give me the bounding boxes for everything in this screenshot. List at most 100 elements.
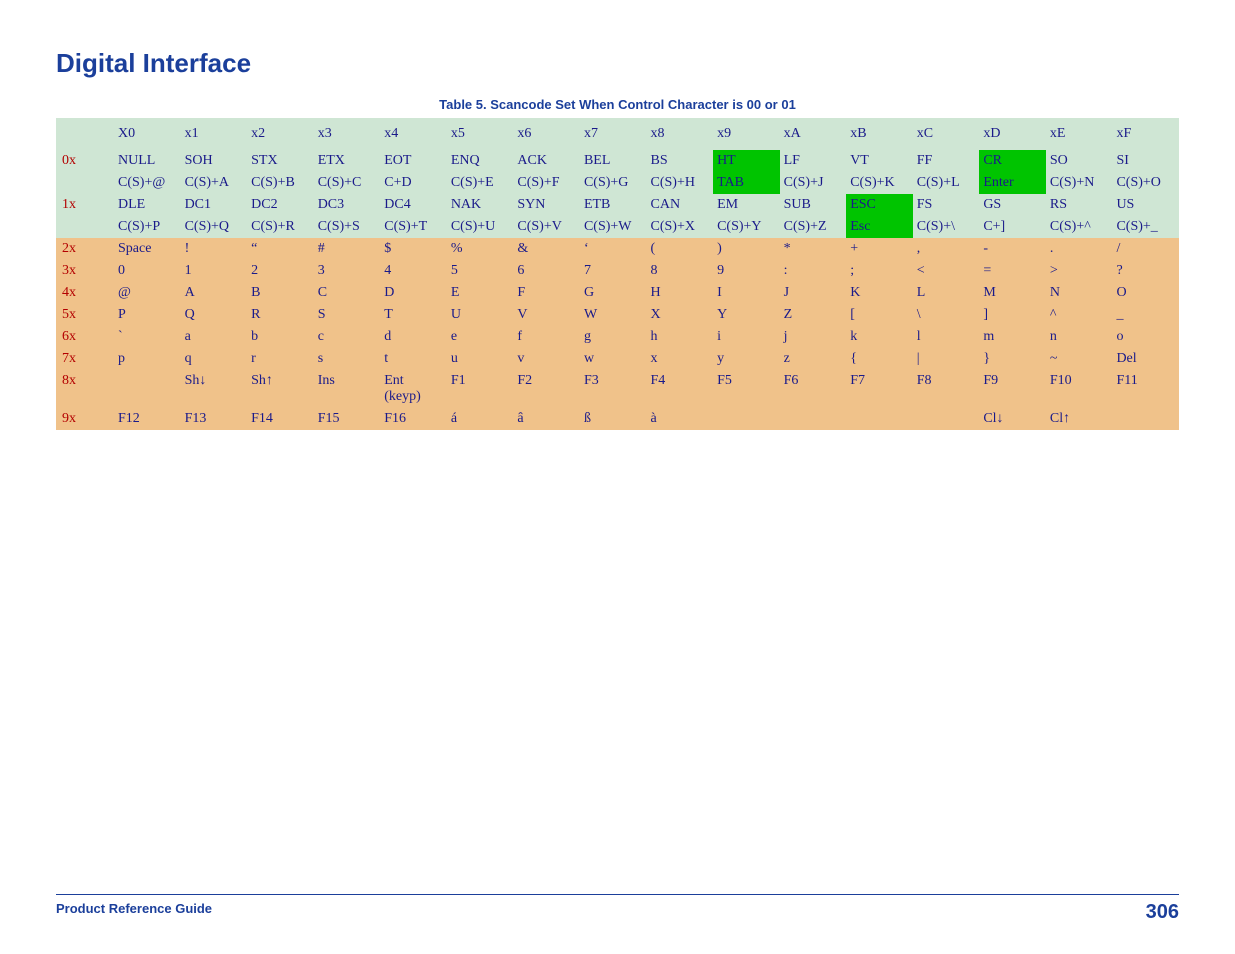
cell-1x-sub-1: C(S)+Q [181, 216, 248, 238]
cell-5x-8: X [647, 304, 714, 326]
cell-1x-main-14: RS [1046, 194, 1113, 216]
cell-6x-5: e [447, 326, 514, 348]
cell-2x-2: “ [247, 238, 314, 260]
row-header-4x: 4x [56, 282, 114, 304]
cell-4x-9: I [713, 282, 780, 304]
cell-2x-3: # [314, 238, 381, 260]
cell-0x-main-0: NULL [114, 150, 181, 172]
cell-8x-7: F3 [580, 370, 647, 408]
cell-7x-3: s [314, 348, 381, 370]
cell-0x-sub-9: TAB [713, 172, 780, 194]
cell-9x-7: ß [580, 408, 647, 430]
cell-6x-0: ` [114, 326, 181, 348]
cell-0x-main-4: EOT [380, 150, 447, 172]
cell-1x-sub-7: C(S)+W [580, 216, 647, 238]
cell-1x-main-5: NAK [447, 194, 514, 216]
cell-8x-12: F8 [913, 370, 980, 408]
footer-left: Product Reference Guide [56, 901, 212, 924]
col-header-xB: xB [846, 118, 913, 150]
cell-1x-sub-9: C(S)+Y [713, 216, 780, 238]
cell-7x-8: x [647, 348, 714, 370]
cell-9x-0: F12 [114, 408, 181, 430]
cell-4x-11: K [846, 282, 913, 304]
cell-4x-14: N [1046, 282, 1113, 304]
cell-7x-11: { [846, 348, 913, 370]
cell-5x-6: V [513, 304, 580, 326]
cell-3x-0: 0 [114, 260, 181, 282]
cell-7x-12: | [913, 348, 980, 370]
cell-1x-sub-8: C(S)+X [647, 216, 714, 238]
cell-2x-7: ‘ [580, 238, 647, 260]
cell-1x-main-8: CAN [647, 194, 714, 216]
row-header-2x: 2x [56, 238, 114, 260]
cell-7x-13: } [979, 348, 1046, 370]
cell-5x-12: \ [913, 304, 980, 326]
cell-6x-1: a [181, 326, 248, 348]
cell-1x-sub-0: C(S)+P [114, 216, 181, 238]
cell-1x-main-10: SUB [780, 194, 847, 216]
cell-9x-6: â [513, 408, 580, 430]
cell-8x-15: F11 [1112, 370, 1179, 408]
cell-1x-main-3: DC3 [314, 194, 381, 216]
cell-7x-14: ~ [1046, 348, 1113, 370]
col-header-x7: x7 [580, 118, 647, 150]
cell-0x-main-10: LF [780, 150, 847, 172]
col-header-xA: xA [780, 118, 847, 150]
cell-4x-2: B [247, 282, 314, 304]
cell-0x-sub-15: C(S)+O [1112, 172, 1179, 194]
cell-3x-4: 4 [380, 260, 447, 282]
cell-7x-15: Del [1112, 348, 1179, 370]
cell-0x-main-3: ETX [314, 150, 381, 172]
col-header-xF: xF [1112, 118, 1179, 150]
cell-2x-1: ! [181, 238, 248, 260]
cell-4x-8: H [647, 282, 714, 304]
cell-4x-0: @ [114, 282, 181, 304]
cell-1x-main-11: ESC [846, 194, 913, 216]
cell-4x-1: A [181, 282, 248, 304]
cell-5x-7: W [580, 304, 647, 326]
cell-8x-0 [114, 370, 181, 408]
cell-8x-10: F6 [780, 370, 847, 408]
cell-8x-1: Sh↓ [181, 370, 248, 408]
cell-9x-11 [846, 408, 913, 430]
cell-9x-14: Cl↑ [1046, 408, 1113, 430]
cell-0x-sub-10: C(S)+J [780, 172, 847, 194]
cell-7x-9: y [713, 348, 780, 370]
cell-3x-9: 9 [713, 260, 780, 282]
cell-9x-9 [713, 408, 780, 430]
cell-2x-6: & [513, 238, 580, 260]
cell-4x-12: L [913, 282, 980, 304]
cell-2x-15: / [1112, 238, 1179, 260]
cell-5x-4: T [380, 304, 447, 326]
cell-4x-5: E [447, 282, 514, 304]
cell-8x-8: F4 [647, 370, 714, 408]
cell-7x-2: r [247, 348, 314, 370]
cell-2x-0: Space [114, 238, 181, 260]
cell-9x-8: à [647, 408, 714, 430]
col-header-X0: X0 [114, 118, 181, 150]
cell-0x-sub-11: C(S)+K [846, 172, 913, 194]
col-header-x8: x8 [647, 118, 714, 150]
cell-1x-sub-5: C(S)+U [447, 216, 514, 238]
cell-1x-sub-6: C(S)+V [513, 216, 580, 238]
cell-8x-3: Ins [314, 370, 381, 408]
cell-9x-3: F15 [314, 408, 381, 430]
cell-5x-15: _ [1112, 304, 1179, 326]
cell-6x-7: g [580, 326, 647, 348]
row-header-1x: 1x [56, 194, 114, 238]
col-header-x1: x1 [181, 118, 248, 150]
cell-1x-main-12: FS [913, 194, 980, 216]
cell-2x-10: * [780, 238, 847, 260]
cell-5x-10: Z [780, 304, 847, 326]
cell-1x-sub-10: C(S)+Z [780, 216, 847, 238]
cell-5x-3: S [314, 304, 381, 326]
cell-0x-sub-4: C+D [380, 172, 447, 194]
cell-4x-10: J [780, 282, 847, 304]
cell-2x-5: % [447, 238, 514, 260]
cell-1x-sub-2: C(S)+R [247, 216, 314, 238]
cell-6x-6: f [513, 326, 580, 348]
cell-8x-9: F5 [713, 370, 780, 408]
cell-3x-15: ? [1112, 260, 1179, 282]
cell-0x-main-1: SOH [181, 150, 248, 172]
col-header-x9: x9 [713, 118, 780, 150]
